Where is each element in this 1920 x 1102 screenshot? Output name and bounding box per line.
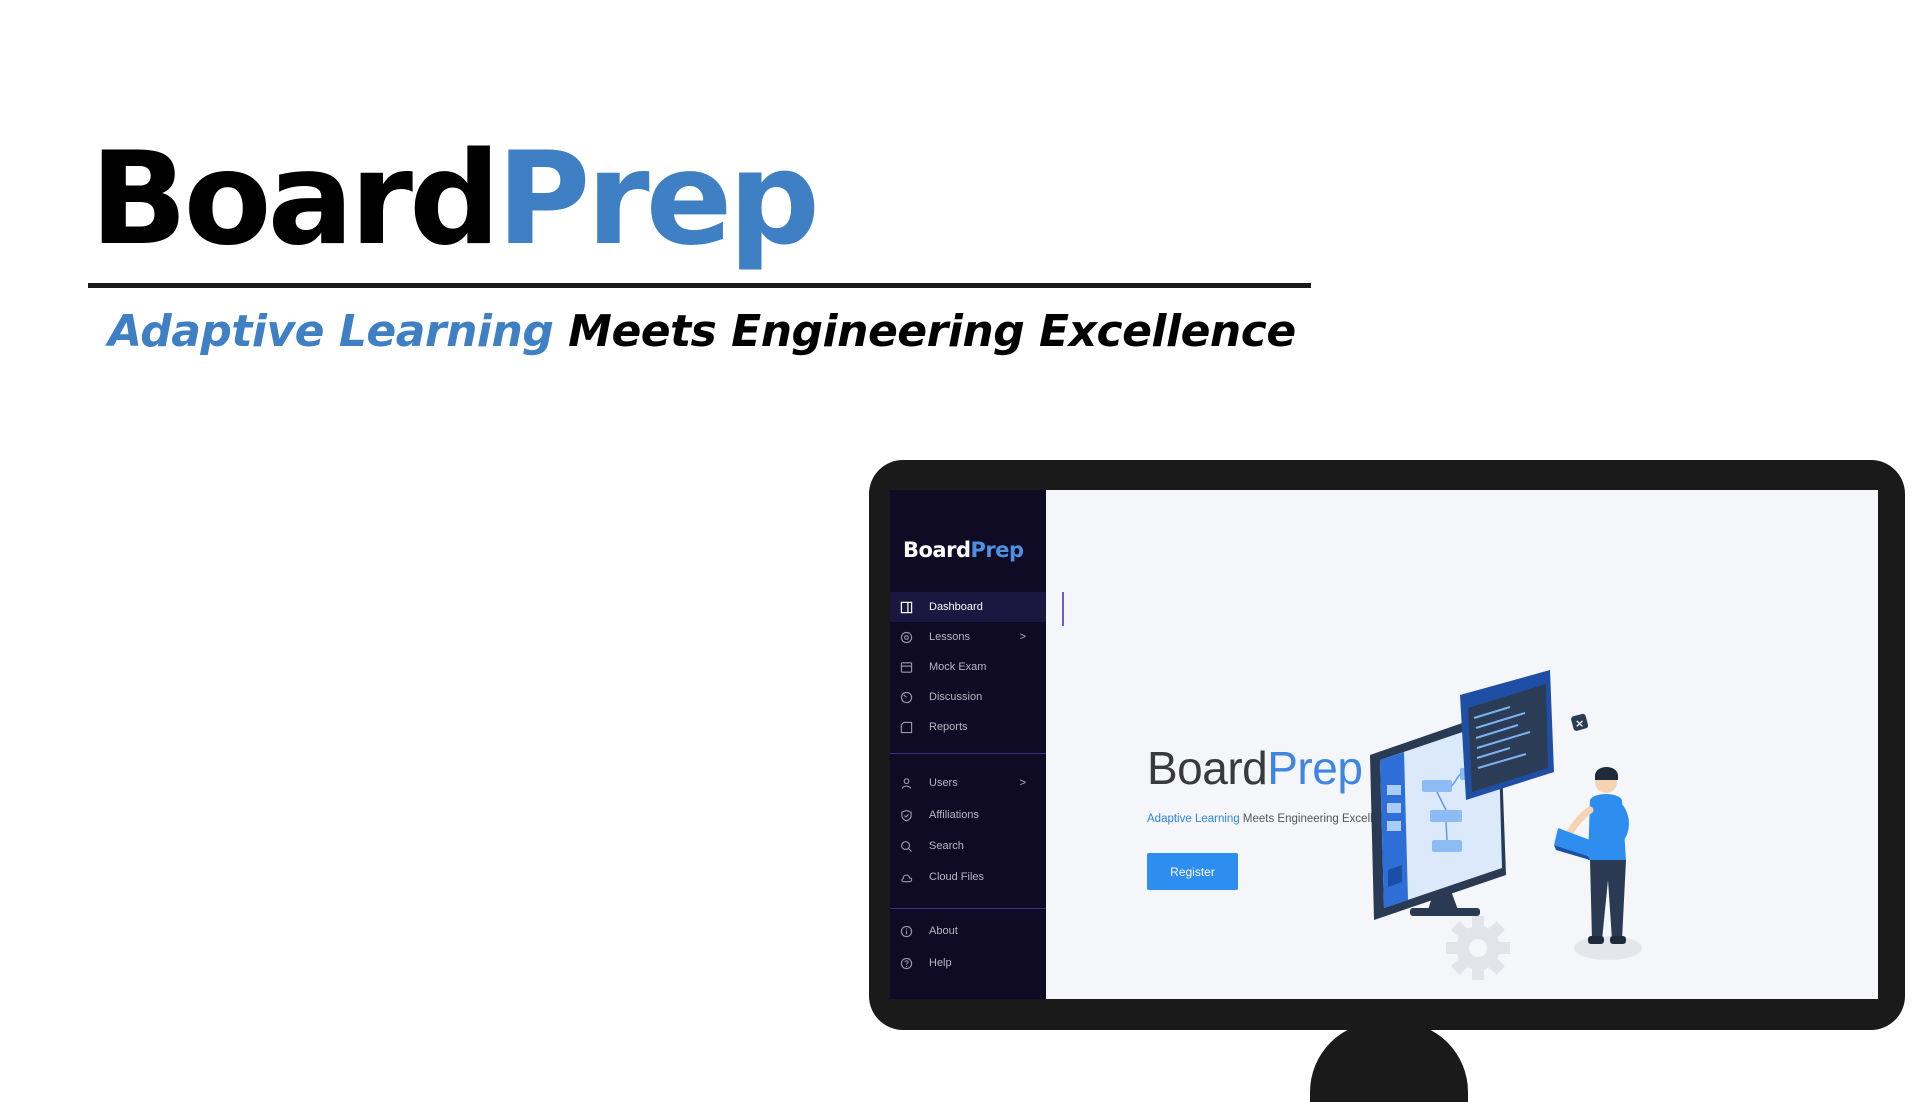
developer-illustration: × <box>1370 670 1642 980</box>
shield-icon <box>900 809 913 822</box>
sidebar-divider <box>890 753 1046 754</box>
brand-title: BoardPrep <box>90 125 820 275</box>
sidebar: BoardPrep Dashboard Lessons > Mock Exam … <box>890 490 1046 999</box>
sidebar-item-users[interactable]: Users > <box>890 768 1046 798</box>
sidebar-item-label: Affiliations <box>929 809 979 821</box>
dashboard-icon <box>900 601 913 614</box>
mock-exam-icon <box>900 661 913 674</box>
sidebar-item-reports[interactable]: Reports <box>890 712 1046 742</box>
sidebar-item-help[interactable]: Help <box>890 948 1046 978</box>
main-title: BoardPrep <box>1147 740 1363 796</box>
lessons-icon <box>900 631 913 644</box>
sidebar-item-label: Discussion <box>929 691 983 703</box>
svg-text:×: × <box>1575 717 1584 730</box>
sidebar-logo[interactable]: BoardPrep <box>903 538 1024 562</box>
person-illustration <box>1554 767 1629 944</box>
sidebar-item-label: Dashboard <box>929 601 983 613</box>
help-icon <box>900 957 913 970</box>
user-icon <box>900 777 913 790</box>
register-button[interactable]: Register <box>1147 853 1238 890</box>
app-screen: BoardPrep Dashboard Lessons > Mock Exam … <box>890 490 1878 999</box>
text-cursor <box>1062 592 1064 626</box>
sidebar-item-label: Lessons <box>929 631 970 643</box>
sidebar-item-label: Users <box>929 777 958 789</box>
sidebar-item-discussion[interactable]: Discussion <box>890 682 1046 712</box>
discussion-icon <box>900 691 913 704</box>
sidebar-item-label: Search <box>929 840 964 852</box>
sidebar-item-lessons[interactable]: Lessons > <box>890 622 1046 652</box>
sidebar-item-label: About <box>929 925 958 937</box>
sidebar-divider <box>890 908 1046 909</box>
sidebar-item-about[interactable]: About <box>890 916 1046 946</box>
chevron-right-icon: > <box>1019 631 1026 643</box>
tagline-rest: Meets Engineering Excellence <box>553 306 1296 357</box>
reports-icon <box>900 721 913 734</box>
tagline: Adaptive Learning Meets Engineering Exce… <box>108 302 1296 362</box>
sidebar-item-cloud-files[interactable]: Cloud Files <box>890 862 1046 892</box>
monitor-frame: BoardPrep Dashboard Lessons > Mock Exam … <box>869 460 1905 1030</box>
info-icon <box>900 925 913 938</box>
main-subtitle-accent: Adaptive Learning <box>1147 813 1240 825</box>
main-title-part1: Board <box>1147 742 1268 794</box>
tagline-accent: Adaptive Learning <box>108 306 554 357</box>
sidebar-logo-part1: Board <box>903 538 971 562</box>
cloud-icon <box>900 871 913 884</box>
search-icon <box>900 840 913 853</box>
sidebar-logo-part2: Prep <box>970 538 1025 562</box>
chevron-right-icon: > <box>1019 777 1026 789</box>
main-title-part2: Prep <box>1267 742 1363 794</box>
title-divider <box>88 283 1311 288</box>
sidebar-item-label: Help <box>929 957 952 969</box>
sidebar-item-mock-exam[interactable]: Mock Exam <box>890 652 1046 682</box>
monitor-stand <box>1310 1022 1468 1102</box>
sidebar-item-affiliations[interactable]: Affiliations <box>890 800 1046 830</box>
gear-icon <box>1446 916 1510 980</box>
brand-title-part2: Prep <box>496 125 820 274</box>
sidebar-item-label: Reports <box>929 721 968 733</box>
sidebar-item-label: Cloud Files <box>929 871 985 883</box>
sidebar-item-search[interactable]: Search <box>890 831 1046 861</box>
brand-title-part1: Board <box>90 125 501 274</box>
sidebar-item-label: Mock Exam <box>929 661 987 673</box>
sidebar-item-dashboard[interactable]: Dashboard <box>890 592 1046 622</box>
